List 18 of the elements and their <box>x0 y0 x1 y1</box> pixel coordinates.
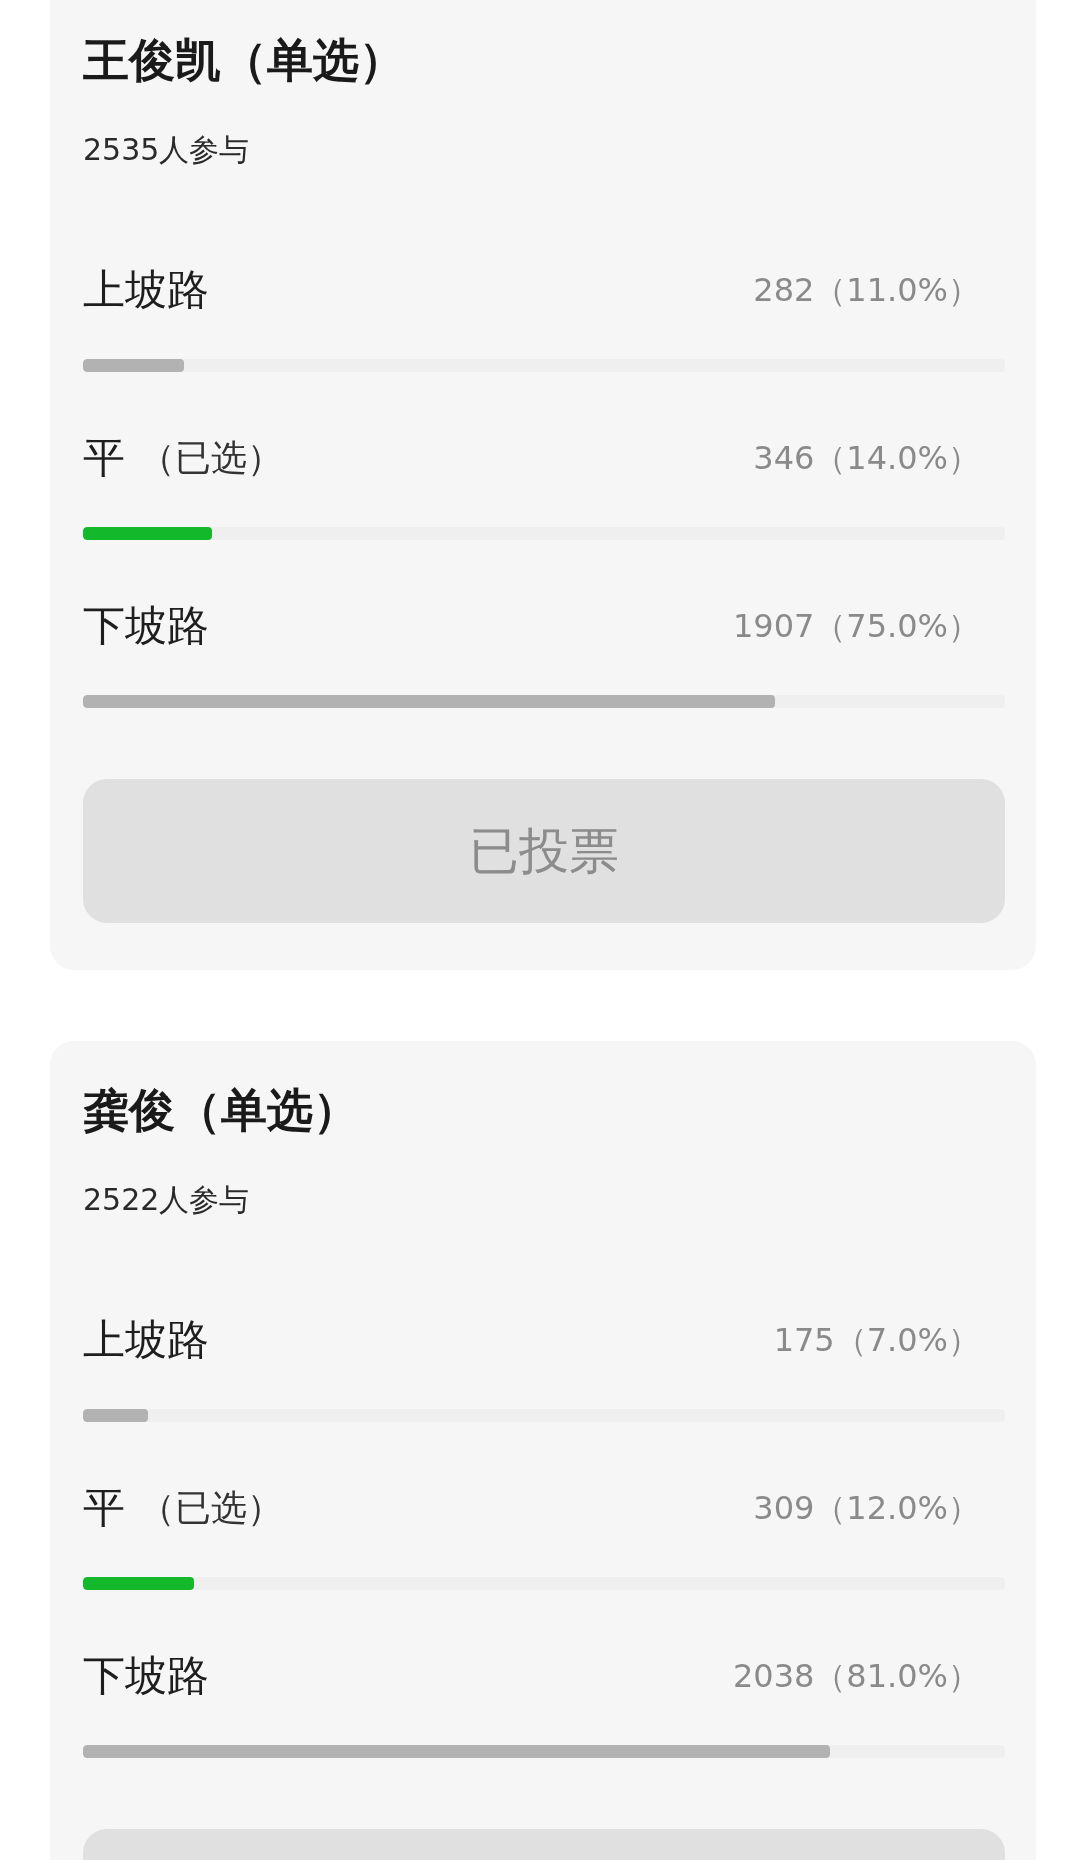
option-label: 上坡路 <box>83 264 209 316</box>
option-label: 平 <box>83 1482 125 1534</box>
vote-result: 1907（75.0%） <box>732 606 980 647</box>
vote-result: 175（7.0%） <box>773 1320 980 1361</box>
participant-count: 2522人参与 <box>83 1181 250 1219</box>
option-label: 平 <box>83 432 125 484</box>
option-label: 下坡路 <box>83 600 209 652</box>
vote-result: 282（11.0%） <box>753 270 980 311</box>
vote-result: 309（12.0%） <box>753 1488 980 1529</box>
poll-title: 王俊凯（单选） <box>83 32 405 89</box>
selected-note: （已选） <box>139 435 283 480</box>
option-label: 上坡路 <box>83 1314 209 1366</box>
vote-result: 2038（81.0%） <box>732 1656 980 1697</box>
option-label: 下坡路 <box>83 1650 209 1702</box>
vote-result: 346（14.0%） <box>753 438 980 479</box>
poll-title: 龚俊（单选） <box>83 1082 359 1139</box>
selected-note: （已选） <box>139 1485 283 1530</box>
participant-count: 2535人参与 <box>83 131 250 169</box>
